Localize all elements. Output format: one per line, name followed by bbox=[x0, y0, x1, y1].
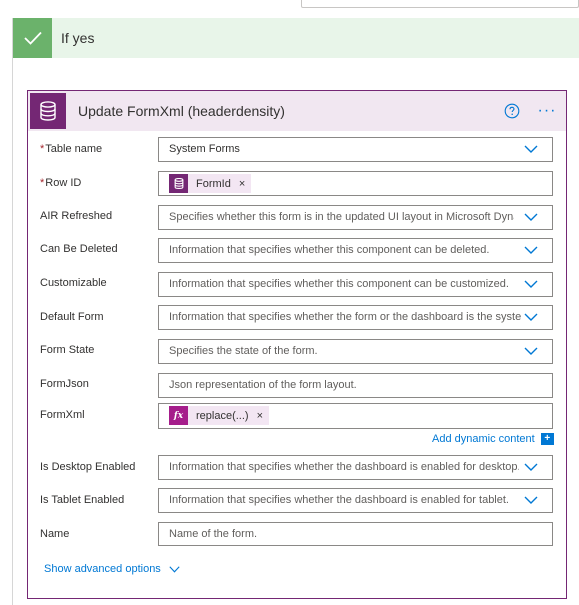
can-be-deleted-placeholder: Information that specifies whether this … bbox=[169, 244, 490, 256]
chevron-down-icon bbox=[524, 347, 538, 355]
name-placeholder: Name of the form. bbox=[169, 528, 258, 540]
form-json-label: FormJson bbox=[40, 378, 89, 390]
form-json-placeholder: Json representation of the form layout. bbox=[169, 379, 357, 391]
chevron-down-icon bbox=[524, 213, 538, 221]
can-be-deleted-dropdown[interactable]: Information that specifies whether this … bbox=[158, 238, 553, 263]
row-id-input[interactable]: FormId × bbox=[158, 171, 553, 196]
replace-token-label: replace(...) bbox=[196, 409, 249, 422]
row-id-label-text: Row ID bbox=[45, 177, 82, 189]
dataverse-icon bbox=[169, 174, 188, 193]
chevron-down-icon bbox=[524, 313, 538, 321]
name-label: Name bbox=[40, 528, 70, 540]
formid-token[interactable]: FormId × bbox=[169, 174, 252, 193]
chevron-down-icon bbox=[524, 145, 538, 153]
update-row-action-card: Update FormXml (headerdensity) ··· *Tabl… bbox=[27, 90, 567, 599]
is-tablet-enabled-dropdown[interactable]: Information that specifies whether the d… bbox=[158, 488, 553, 513]
is-desktop-enabled-dropdown[interactable]: Information that specifies whether the d… bbox=[158, 455, 553, 480]
replace-expression-token[interactable]: fx replace(...) × bbox=[169, 406, 270, 425]
previous-action-input[interactable] bbox=[301, 0, 579, 8]
add-dynamic-content-link[interactable]: Add dynamic content + bbox=[432, 433, 554, 445]
form-xml-input[interactable]: fx replace(...) × bbox=[158, 403, 553, 429]
condition-yes-header[interactable]: If yes bbox=[13, 18, 579, 58]
row-id-label: *Row ID bbox=[40, 177, 81, 189]
name-input[interactable]: Name of the form. bbox=[158, 522, 553, 546]
remove-token-icon[interactable]: × bbox=[257, 410, 263, 422]
air-refreshed-placeholder: Specifies whether this form is in the up… bbox=[169, 211, 514, 223]
required-marker: * bbox=[40, 143, 45, 155]
action-title: Update FormXml (headerdensity) bbox=[78, 103, 285, 119]
air-refreshed-label: AIR Refreshed bbox=[40, 210, 113, 222]
checkmark-icon bbox=[13, 18, 52, 58]
can-be-deleted-label: Can Be Deleted bbox=[40, 243, 118, 255]
form-state-label: Form State bbox=[40, 344, 95, 356]
is-tablet-enabled-label: Is Tablet Enabled bbox=[40, 494, 125, 506]
dataverse-icon bbox=[30, 93, 66, 129]
remove-token-icon[interactable]: × bbox=[239, 178, 245, 190]
table-name-label: *Table name bbox=[40, 143, 102, 155]
air-refreshed-dropdown[interactable]: Specifies whether this form is in the up… bbox=[158, 205, 553, 230]
formid-token-label: FormId bbox=[196, 177, 231, 190]
customizable-label: Customizable bbox=[40, 277, 107, 289]
default-form-placeholder: Information that specifies whether the f… bbox=[169, 311, 522, 323]
table-name-dropdown[interactable]: System Forms bbox=[158, 137, 553, 162]
add-dynamic-content-label: Add dynamic content bbox=[432, 433, 535, 445]
show-advanced-options-label: Show advanced options bbox=[44, 563, 161, 575]
is-desktop-enabled-label: Is Desktop Enabled bbox=[40, 461, 136, 473]
function-icon: fx bbox=[169, 406, 188, 425]
is-desktop-enabled-placeholder: Information that specifies whether the d… bbox=[169, 461, 519, 473]
chevron-down-icon bbox=[524, 496, 538, 504]
customizable-placeholder: Information that specifies whether this … bbox=[169, 278, 509, 290]
form-state-placeholder: Specifies the state of the form. bbox=[169, 345, 318, 357]
condition-yes-title: If yes bbox=[61, 30, 95, 46]
default-form-dropdown[interactable]: Information that specifies whether the f… bbox=[158, 305, 553, 330]
show-advanced-options-link[interactable]: Show advanced options bbox=[44, 563, 180, 575]
required-marker: * bbox=[40, 177, 45, 189]
customizable-dropdown[interactable]: Information that specifies whether this … bbox=[158, 272, 553, 297]
is-tablet-enabled-placeholder: Information that specifies whether the d… bbox=[169, 494, 509, 506]
action-card-header[interactable]: Update FormXml (headerdensity) ··· bbox=[28, 91, 566, 131]
form-xml-label: FormXml bbox=[40, 409, 85, 421]
add-dynamic-content-icon: + bbox=[540, 433, 554, 445]
table-name-value: System Forms bbox=[169, 143, 240, 155]
table-name-label-text: Table name bbox=[45, 143, 103, 155]
chevron-down-icon bbox=[524, 463, 538, 471]
chevron-down-icon bbox=[524, 246, 538, 254]
form-state-dropdown[interactable]: Specifies the state of the form. bbox=[158, 339, 553, 364]
more-options-icon[interactable]: ··· bbox=[536, 101, 558, 121]
chevron-down-icon bbox=[524, 280, 538, 288]
form-json-input[interactable]: Json representation of the form layout. bbox=[158, 373, 553, 398]
default-form-label: Default Form bbox=[40, 311, 104, 323]
help-icon[interactable] bbox=[504, 103, 520, 119]
chevron-down-icon bbox=[169, 565, 180, 573]
